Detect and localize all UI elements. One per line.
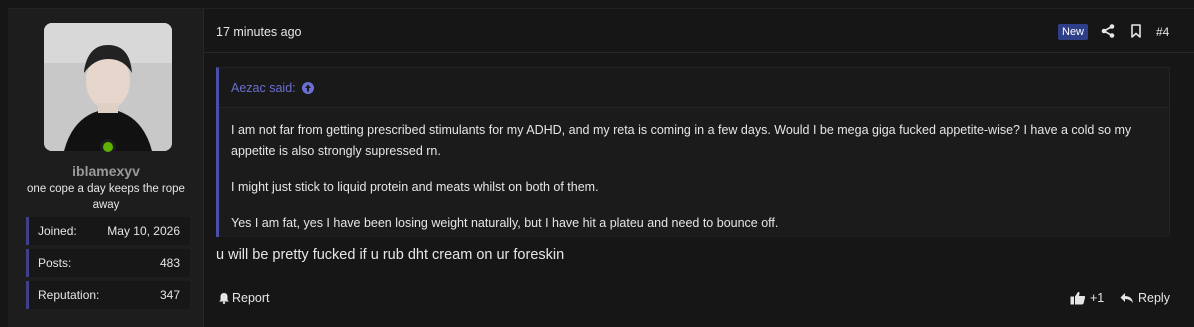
quote-body: I am not far from getting prescribed sti… [219, 108, 1169, 234]
username[interactable]: iblamexyv [8, 163, 204, 179]
user-info-panel: iblamexyv one cope a day keeps the rope … [8, 9, 204, 327]
quote-header: Aezac said: [219, 68, 1169, 108]
post-number[interactable]: #4 [1156, 25, 1169, 39]
stat-value: May 10, 2026 [107, 224, 180, 238]
stat-value: 483 [159, 256, 180, 270]
avatar-image [44, 23, 172, 151]
new-badge: New [1058, 24, 1089, 40]
quote-paragraph: I might just stick to liquid protein and… [231, 180, 599, 194]
share-icon[interactable] [1100, 23, 1116, 39]
reply-label: Reply [1138, 291, 1170, 305]
avatar[interactable] [44, 23, 172, 151]
post-timestamp[interactable]: 17 minutes ago [216, 25, 301, 39]
stat-label: Reputation: [38, 288, 100, 302]
post: iblamexyv one cope a day keeps the rope … [8, 8, 1194, 327]
post-message: u will be pretty fucked if u rub dht cre… [216, 247, 565, 263]
quote-block: Aezac said: I am not far from getting pr… [216, 67, 1170, 237]
stat-reputation: Reputation: 347 [26, 281, 190, 309]
reply-button[interactable]: Reply [1120, 291, 1170, 305]
reply-icon [1120, 293, 1133, 303]
quote-paragraph: Yes I am fat, yes I have been losing wei… [231, 216, 779, 230]
stat-joined: Joined: May 10, 2026 [26, 217, 190, 245]
post-content: 17 minutes ago New #4 Aezac said: I am n… [204, 9, 1194, 327]
quote-author-link[interactable]: Aezac said: [231, 81, 296, 95]
stat-label: Posts: [38, 256, 72, 270]
user-title: one cope a day keeps the rope away [27, 183, 185, 211]
stat-posts: Posts: 483 [26, 249, 190, 277]
post-header: 17 minutes ago New #4 [204, 9, 1194, 53]
online-status-indicator [100, 139, 116, 155]
quote-paragraph: I am not far from getting prescribed sti… [231, 123, 1132, 158]
stat-label: Joined: [38, 224, 77, 238]
stat-value: 347 [159, 288, 180, 302]
like-count: +1 [1090, 291, 1105, 305]
thumbs-up-icon [1070, 291, 1086, 305]
report-label: Report [232, 291, 270, 305]
bell-icon [219, 293, 229, 304]
like-button[interactable]: +1 [1070, 291, 1104, 305]
bookmark-icon[interactable] [1128, 23, 1144, 39]
report-button[interactable]: Report [218, 291, 270, 305]
jump-to-quote-icon[interactable] [301, 81, 314, 94]
